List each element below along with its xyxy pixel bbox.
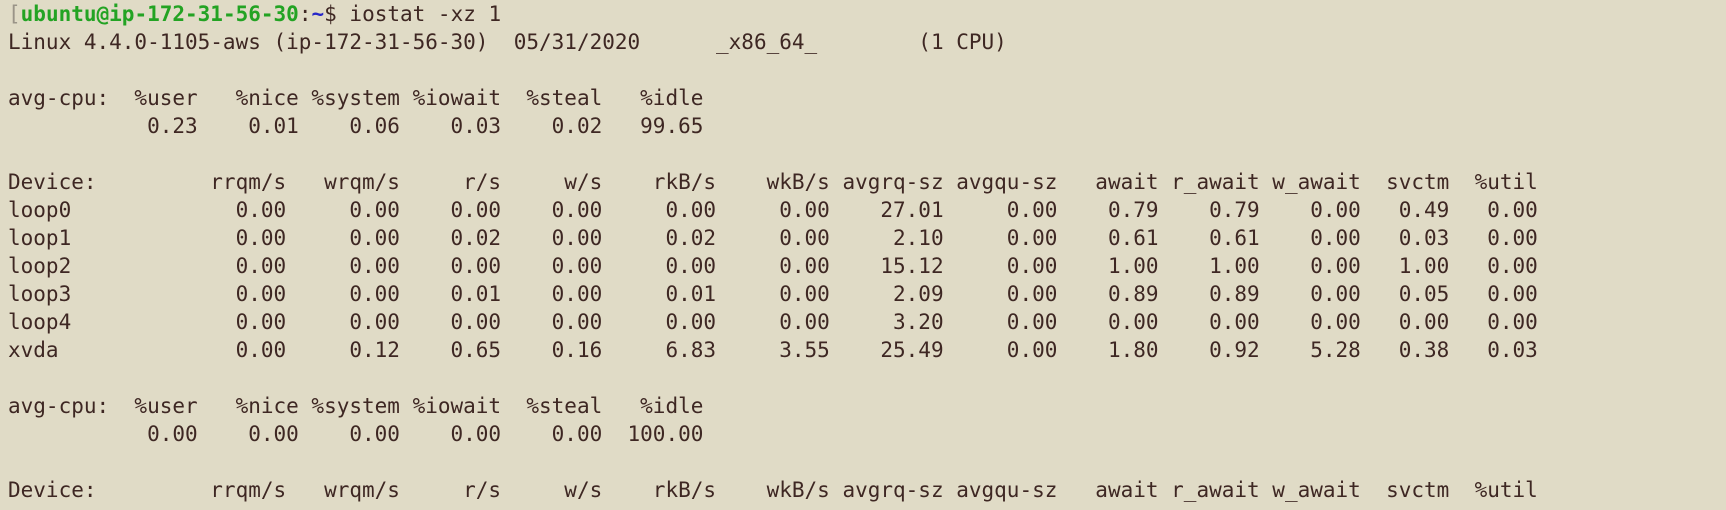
- terminal-window[interactable]: [ubuntu@ip-172-31-56-30:~$ iostat -xz 1 …: [0, 0, 1726, 510]
- device-row-loop1: loop1 0.00 0.00 0.02 0.00 0.02 0.00 2.10…: [8, 226, 1538, 250]
- device-row-loop3: loop3 0.00 0.00 0.01 0.00 0.01 0.00 2.09…: [8, 282, 1538, 306]
- cpu-header-line: avg-cpu: %user %nice %system %iowait %st…: [8, 86, 704, 110]
- cpu-values-line: 0.23 0.01 0.06 0.03 0.02 99.65: [8, 114, 704, 138]
- cpu-values-line: 0.00 0.00 0.00 0.00 0.00 100.00: [8, 422, 704, 446]
- prompt-user-host: ubuntu@ip-172-31-56-30: [20, 2, 299, 26]
- device-row-loop4: loop4 0.00 0.00 0.00 0.00 0.00 0.00 3.20…: [8, 310, 1538, 334]
- device-header-line: Device: rrqm/s wrqm/s r/s w/s rkB/s wkB/…: [8, 478, 1538, 502]
- prompt-colon: :: [298, 2, 312, 26]
- prompt-line: [ubuntu@ip-172-31-56-30:~$ iostat -xz 1: [8, 0, 1726, 28]
- system-info-line: Linux 4.4.0-1105-aws (ip-172-31-56-30) 0…: [8, 30, 1007, 54]
- prompt-bracket: [: [8, 2, 21, 26]
- device-header-line: Device: rrqm/s wrqm/s r/s w/s rkB/s wkB/…: [8, 170, 1538, 194]
- device-row-xvda: xvda 0.00 0.12 0.65 0.16 6.83 3.55 25.49…: [8, 338, 1538, 362]
- device-row-loop2: loop2 0.00 0.00 0.00 0.00 0.00 0.00 15.1…: [8, 254, 1538, 278]
- typed-command: iostat -xz 1: [349, 2, 502, 26]
- prompt-dollar: $: [324, 2, 350, 26]
- cpu-header-line: avg-cpu: %user %nice %system %iowait %st…: [8, 394, 704, 418]
- device-row-loop0: loop0 0.00 0.00 0.00 0.00 0.00 0.00 27.0…: [8, 198, 1538, 222]
- prompt-path: ~: [311, 2, 325, 26]
